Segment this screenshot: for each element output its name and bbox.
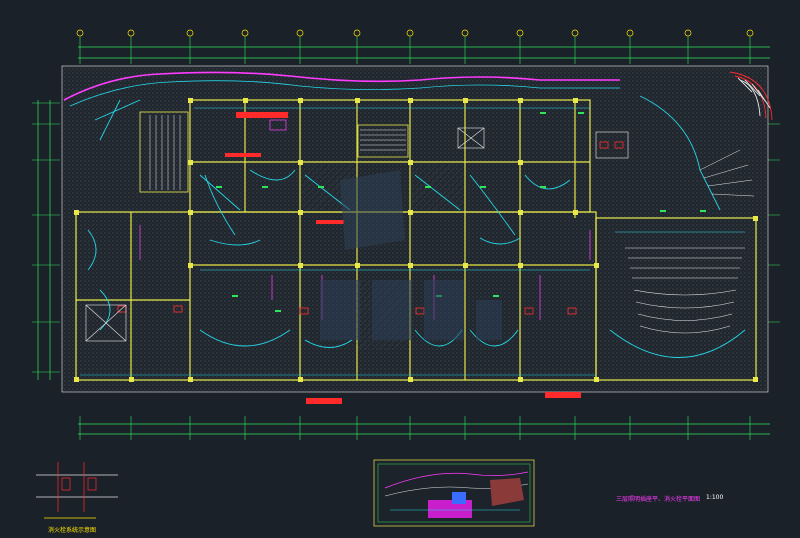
hatched-slab — [61, 65, 769, 393]
bottom-axis-ticks — [79, 416, 751, 440]
cad-floor-plan — [32, 29, 780, 527]
drawing-scale: 1:100 — [706, 494, 724, 501]
top-axis-bubbles — [76, 29, 754, 37]
drawing-title: 三层照明插座平、消火栓平面图 — [616, 496, 701, 503]
key-plan-thumbnail — [373, 459, 535, 527]
detail-caption: 消火栓系统示意图 — [48, 527, 97, 534]
top-dimension-line — [78, 46, 770, 59]
left-axis-ticks — [32, 102, 60, 373]
hydrant-system-diagram — [36, 462, 118, 519]
left-dimension-line — [37, 100, 51, 380]
bottom-dimension-line — [78, 423, 770, 435]
top-axis-ticks — [79, 36, 751, 64]
